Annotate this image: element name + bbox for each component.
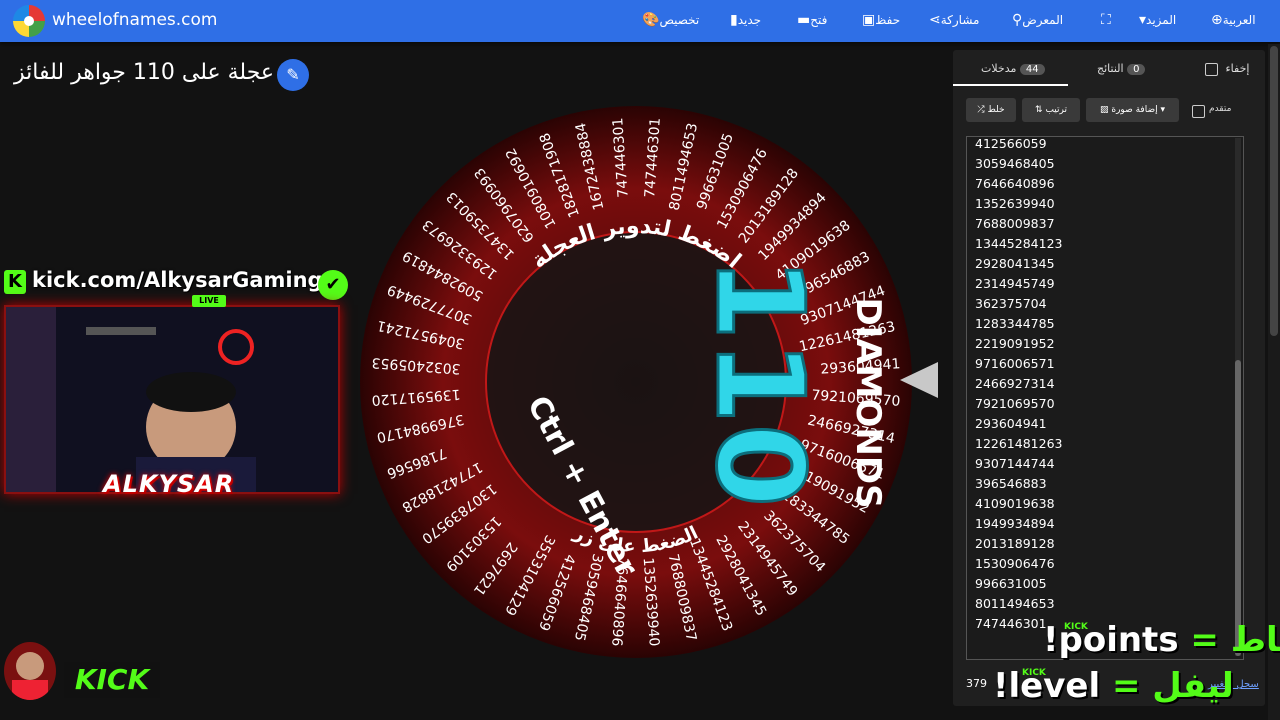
streamer-avatar: [4, 642, 56, 700]
entry-item: 2013189128: [975, 536, 1055, 551]
kick-logo-icon: K: [4, 270, 26, 294]
webcam-frame: [4, 305, 340, 494]
shuffle-icon: ⤮: [977, 105, 985, 115]
level-kick-label: KICK: [1022, 668, 1046, 678]
folder-icon: ▬: [797, 12, 811, 28]
entry-item: 996631005: [975, 576, 1047, 591]
entry-item: 1352639940: [975, 196, 1055, 211]
edit-title-button[interactable]: ✎: [277, 59, 309, 91]
entry-item: 12261481263: [975, 436, 1063, 451]
file-icon: ▮: [730, 12, 738, 28]
save-icon: ▣: [862, 12, 876, 28]
entry-item: 2466927314: [975, 376, 1055, 391]
streamer-name-logo: ALKYSAR: [103, 470, 235, 498]
webcam-streamer-image: [6, 307, 338, 492]
sort-icon: ⇅: [1035, 105, 1043, 115]
verified-check-icon: ✔: [318, 270, 348, 300]
entry-item: 2314945749: [975, 276, 1055, 291]
fullscreen-icon: ⛶: [1101, 12, 1111, 28]
hide-panel-toggle[interactable]: إخفاء: [1205, 62, 1249, 76]
entries-textarea[interactable]: 412566059 3059468405 7646640896 1352639940 7…: [966, 136, 1244, 660]
entries-list: 412566059 3059468405 7646640896 1352639940 7…: [975, 136, 1063, 634]
share-button[interactable]: ⋖مشاركة: [923, 12, 979, 28]
globe-icon: ⊕: [1211, 12, 1223, 28]
spin-wheel[interactable]: 747446301 8011494653 996631005 1530906476 20…: [357, 103, 915, 661]
tab-entries[interactable]: مدخلات 44: [981, 62, 1049, 75]
wheel-pointer-icon: [900, 362, 938, 398]
new-button[interactable]: ▮جديد: [724, 12, 761, 28]
share-icon: ⋖: [929, 12, 941, 28]
version-number: 379: [966, 677, 987, 690]
wheel-logo-icon[interactable]: [13, 5, 45, 37]
hide-checkbox[interactable]: [1205, 62, 1218, 76]
save-button[interactable]: ▣حفظ: [856, 12, 900, 28]
entry-item: 1949934894: [975, 516, 1055, 531]
language-menu[interactable]: ⊕العربية: [1205, 12, 1256, 28]
entry-item: 4109019638: [975, 496, 1055, 511]
page-scroll-thumb[interactable]: [1270, 46, 1278, 336]
more-menu[interactable]: ▾المزيد: [1133, 12, 1176, 28]
entry-item: 8011494653: [975, 596, 1055, 611]
top-navbar: wheelofnames.com 🎨تخصيص ▮جديد ▬فتح ▣حفظ …: [0, 0, 1280, 42]
gallery-button[interactable]: ⚲المعرض: [1006, 12, 1063, 28]
chevron-down-icon: ▾: [1160, 105, 1166, 115]
points-kick-label: KICK: [1064, 622, 1088, 632]
chevron-down-icon: ▾: [1139, 12, 1147, 28]
site-name[interactable]: wheelofnames.com: [52, 10, 217, 30]
entry-item: 3059468405: [975, 156, 1055, 171]
shuffle-button[interactable]: ⤮ خلط: [966, 98, 1016, 122]
pencil-icon: ✎: [286, 65, 300, 84]
entry-item: 1530906476: [975, 556, 1055, 571]
wheel-graphic[interactable]: 747446301 8011494653996631005153090647620…: [357, 103, 915, 661]
search-icon: ⚲: [1012, 12, 1023, 28]
entry-item: 396546883: [975, 476, 1047, 491]
open-button[interactable]: ▬فتح: [791, 12, 827, 28]
overlay-diamonds-text: DIAMONDS: [848, 297, 888, 508]
entries-count-badge: 44: [1019, 64, 1045, 75]
advanced-label: متقدم: [1209, 104, 1232, 114]
customize-button[interactable]: 🎨تخصيص: [636, 12, 699, 28]
entry-item: 2928041345: [975, 256, 1055, 271]
live-badge: LIVE: [192, 295, 226, 307]
entry-item: 7688009837: [975, 216, 1055, 231]
bottom-kick-logo: KICK: [64, 662, 160, 698]
entry-item: 9716006571: [975, 356, 1055, 371]
entry-item: 7646640896: [975, 176, 1055, 191]
entry-item: 293604941: [975, 416, 1047, 431]
wheel-title: عجلة على 110 جواهر للفائز: [14, 60, 275, 85]
fullscreen-button[interactable]: ⛶: [1095, 12, 1111, 28]
sort-button[interactable]: ⇅ ترتيب: [1022, 98, 1080, 122]
results-count-badge: 0: [1127, 64, 1146, 75]
entry-item: 362375704: [975, 296, 1047, 311]
entry-item: 2219091952: [975, 336, 1055, 351]
add-image-button[interactable]: ▨ إضافة صورة ▾: [1086, 98, 1179, 122]
advanced-checkbox[interactable]: [1192, 105, 1205, 118]
entry-item: 1283344785: [975, 316, 1055, 331]
kick-handle: kick.com/AlkysarGaming: [32, 268, 323, 292]
palette-icon: 🎨: [642, 12, 660, 28]
entry-item: 412566059: [975, 136, 1047, 151]
active-tab-indicator: [953, 84, 1068, 86]
tab-results[interactable]: النتائج 0: [1097, 62, 1149, 75]
entry-item: 7921069570: [975, 396, 1055, 411]
overlay-110-text: 110: [689, 257, 828, 508]
entry-item: 9307144744: [975, 456, 1055, 471]
entry-item: 13445284123: [975, 236, 1063, 251]
entries-scroll-thumb[interactable]: [1235, 360, 1241, 656]
image-icon: ▨: [1099, 105, 1109, 115]
